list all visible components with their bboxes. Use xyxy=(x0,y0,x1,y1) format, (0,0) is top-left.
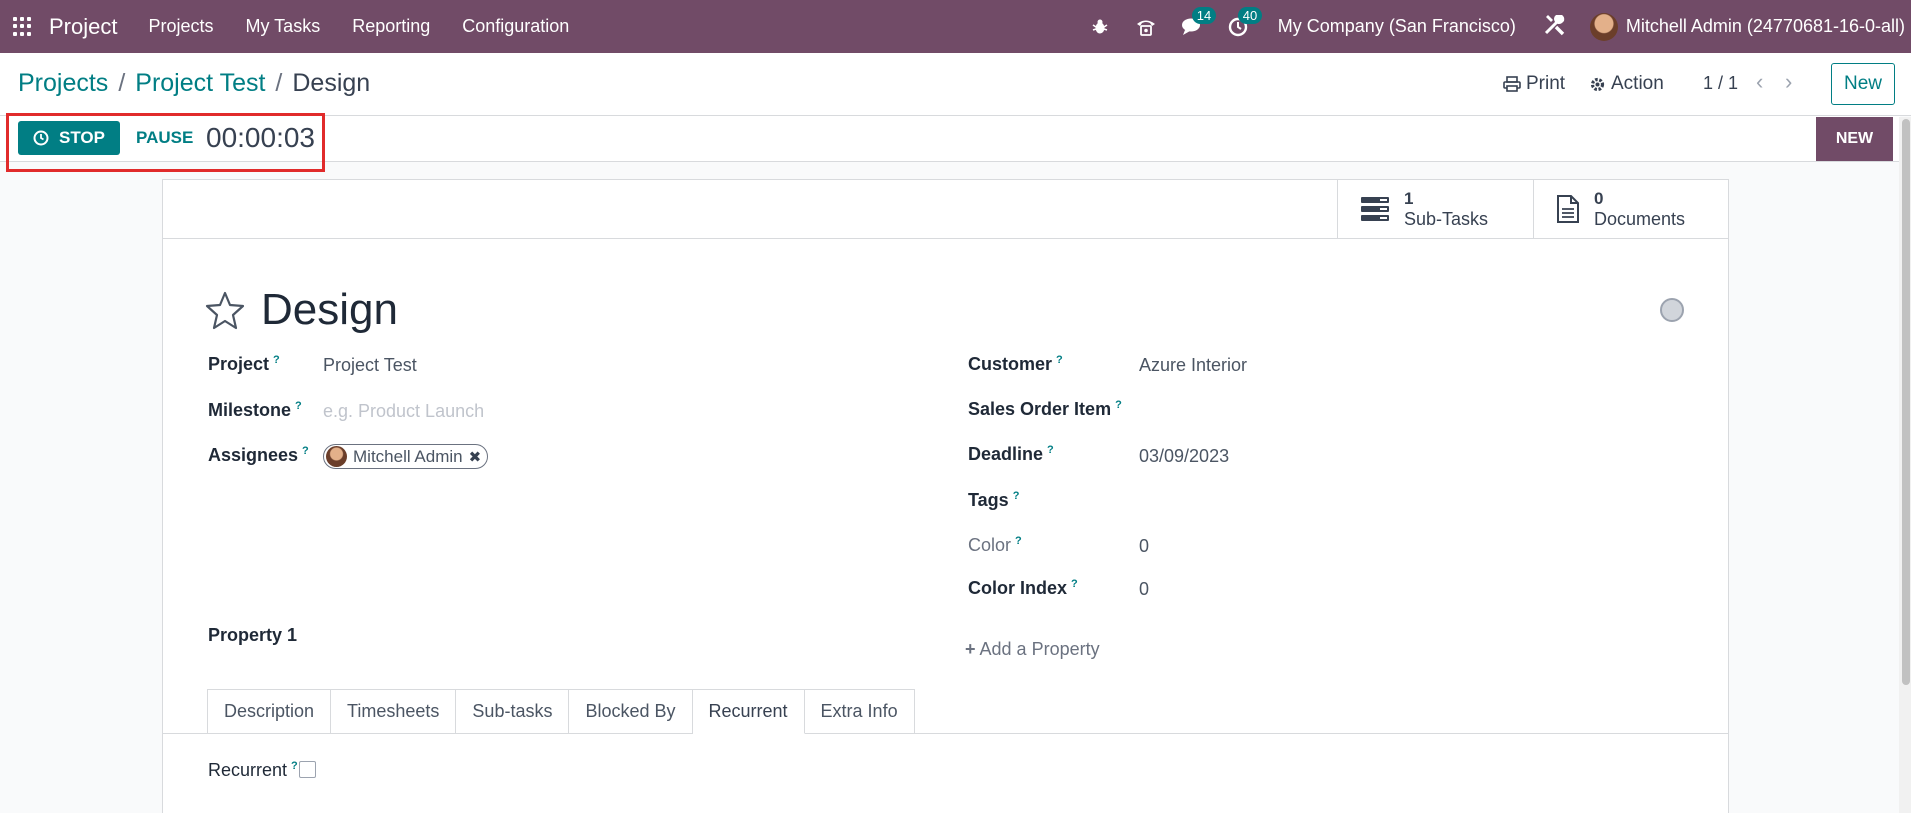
sales-order-item-label: Sales Order Item? xyxy=(968,399,1122,419)
color-field-label: Color? xyxy=(968,535,1022,555)
title-row: Design xyxy=(205,285,398,335)
tags-field-label: Tags? xyxy=(968,490,1020,510)
documents-count: 0 xyxy=(1594,189,1604,208)
recurrent-checkbox[interactable] xyxy=(299,761,316,778)
main-menu: Projects My Tasks Reporting Configuratio… xyxy=(132,16,585,37)
recurrent-field-label: Recurrent? xyxy=(208,760,298,780)
tab-extra-info[interactable]: Extra Info xyxy=(804,689,915,734)
subtasks-label: Sub-Tasks xyxy=(1404,209,1489,229)
pager-next-icon[interactable]: › xyxy=(1785,69,1792,95)
menu-my-tasks[interactable]: My Tasks xyxy=(230,16,337,37)
assignee-tag[interactable]: Mitchell Admin ✖ xyxy=(323,444,489,469)
star-icon[interactable] xyxy=(205,290,245,330)
print-button[interactable]: Print xyxy=(1503,73,1565,95)
messages-count-badge: 14 xyxy=(1191,6,1217,24)
deadline-field-label: Deadline? xyxy=(968,444,1054,464)
subtasks-count: 1 xyxy=(1404,189,1414,208)
milestone-field[interactable]: e.g. Product Launch xyxy=(323,401,484,422)
new-record-button[interactable]: New xyxy=(1831,63,1895,105)
assignees-field-label: Assignees? xyxy=(208,445,309,465)
breadcrumb-current: Design xyxy=(292,69,371,97)
action-button[interactable]: Action xyxy=(1589,73,1664,95)
form-sheet: 1 Sub-Tasks 0 Documents Design Project? … xyxy=(162,179,1729,813)
apps-grid-icon[interactable] xyxy=(13,16,33,37)
project-field[interactable]: Project Test xyxy=(323,355,417,376)
stage-new-button[interactable]: NEW xyxy=(1816,117,1893,161)
breadcrumb-project-test[interactable]: Project Test xyxy=(135,69,265,98)
app-name[interactable]: Project xyxy=(49,14,117,40)
gear-icon xyxy=(1590,77,1605,91)
tasks-icon xyxy=(1361,197,1389,221)
project-field-label: Project? xyxy=(208,354,280,374)
color-index-field[interactable]: 0 xyxy=(1139,579,1149,600)
scrollbar-thumb[interactable] xyxy=(1902,119,1910,685)
customer-field[interactable]: Azure Interior xyxy=(1139,355,1247,376)
remove-tag-icon[interactable]: ✖ xyxy=(469,448,482,466)
activities-count-badge: 40 xyxy=(1237,6,1263,24)
breadcrumb-separator: / xyxy=(118,69,126,97)
tools-icon[interactable] xyxy=(1542,11,1568,42)
notebook-tabs: Description Timesheets Sub-tasks Blocked… xyxy=(207,689,915,734)
breadcrumb-separator: / xyxy=(275,69,283,97)
chat-icon[interactable]: 14 xyxy=(1180,6,1217,39)
property-1-label: Property 1 xyxy=(208,625,298,645)
user-menu[interactable]: Mitchell Admin (24770681-16-0-all) xyxy=(1626,16,1905,37)
color-field[interactable]: 0 xyxy=(1139,536,1149,557)
plus-icon: + xyxy=(965,639,976,659)
clock-icon[interactable]: 40 xyxy=(1226,6,1263,39)
print-label: Print xyxy=(1526,73,1566,94)
phone-icon[interactable] xyxy=(1134,15,1158,39)
bug-icon[interactable] xyxy=(1088,15,1112,39)
documents-label: Documents xyxy=(1594,209,1686,229)
tab-blocked-by[interactable]: Blocked By xyxy=(569,689,693,734)
printer-icon xyxy=(1503,76,1521,92)
pager-previous-icon[interactable]: ‹ xyxy=(1756,69,1763,95)
breadcrumb: Projects / Project Test / Design xyxy=(18,69,370,98)
avatar xyxy=(326,446,347,467)
milestone-field-label: Milestone? xyxy=(208,400,302,420)
menu-reporting[interactable]: Reporting xyxy=(336,16,446,37)
breadcrumb-projects[interactable]: Projects xyxy=(18,69,108,98)
add-property-button[interactable]: + Add a Property xyxy=(965,639,1100,660)
top-navbar: Project Projects My Tasks Reporting Conf… xyxy=(0,0,1911,53)
menu-configuration[interactable]: Configuration xyxy=(446,16,585,37)
action-label: Action xyxy=(1611,73,1664,94)
documents-smart-button[interactable]: 0 Documents xyxy=(1533,180,1728,238)
deadline-field[interactable]: 03/09/2023 xyxy=(1139,446,1229,467)
smart-button-box: 1 Sub-Tasks 0 Documents xyxy=(163,180,1728,239)
document-icon xyxy=(1557,195,1579,223)
menu-projects[interactable]: Projects xyxy=(132,16,229,37)
user-avatar[interactable] xyxy=(1589,12,1618,41)
customer-field-label: Customer? xyxy=(968,354,1063,374)
pager-value[interactable]: 1 / 1 xyxy=(1703,73,1738,94)
subtasks-smart-button[interactable]: 1 Sub-Tasks xyxy=(1337,180,1533,238)
color-index-label: Color Index? xyxy=(968,578,1078,598)
control-panel: Projects / Project Test / Design Print A… xyxy=(0,53,1911,116)
kanban-state-indicator[interactable] xyxy=(1660,298,1684,322)
assignee-name: Mitchell Admin xyxy=(353,446,463,466)
task-title[interactable]: Design xyxy=(261,285,398,335)
tab-recurrent[interactable]: Recurrent xyxy=(692,689,805,734)
company-switcher[interactable]: My Company (San Francisco) xyxy=(1278,16,1516,37)
tab-timesheets[interactable]: Timesheets xyxy=(331,689,457,734)
highlight-box xyxy=(6,113,325,172)
tab-sub-tasks[interactable]: Sub-tasks xyxy=(456,689,570,734)
tab-description[interactable]: Description xyxy=(207,689,332,734)
